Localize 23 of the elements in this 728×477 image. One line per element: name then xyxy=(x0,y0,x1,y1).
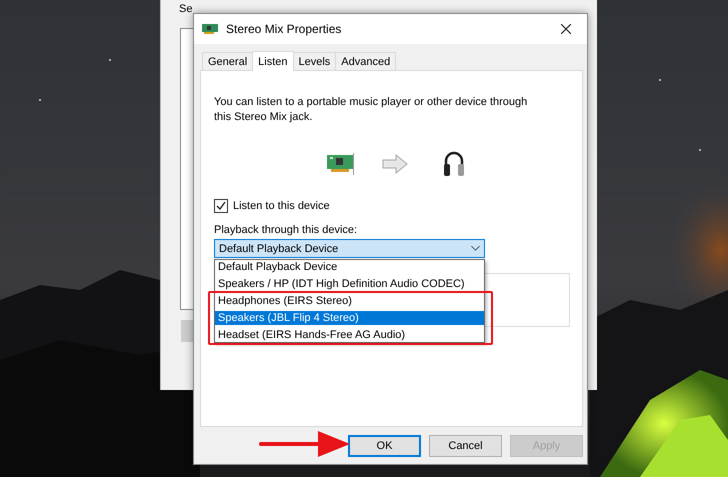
caret-icon xyxy=(471,246,480,251)
dialog-button[interactable]: OK xyxy=(348,435,421,457)
sound-card-icon xyxy=(202,24,218,34)
dropdown-option[interactable]: Default Playback Device xyxy=(215,260,484,274)
dropdown-option[interactable]: Speakers (JBL Flip 4 Stereo) xyxy=(215,311,484,325)
arrow-icon xyxy=(382,154,408,174)
sound-card-icon xyxy=(327,153,355,175)
checkbox-label: Listen to this device xyxy=(233,200,330,212)
description-text: You can listen to a portable music player or other device through this Stereo Mix jack. xyxy=(214,95,528,125)
dropdown-option[interactable]: Headphones (EIRS Stereo) xyxy=(215,294,484,308)
dropdown-option[interactable]: Speakers / HP (IDT High Definition Audio CODEC) xyxy=(215,277,484,291)
playback-dropdown[interactable]: Default Playback Device xyxy=(214,239,485,258)
window-title: Stereo Mix Properties xyxy=(226,22,342,36)
dropdown-option[interactable]: Headset (EIRS Hands-Free AG Audio) xyxy=(215,328,484,342)
field-label: Playback through this device: xyxy=(214,224,358,236)
tab[interactable]: Listen xyxy=(252,51,294,71)
close-icon[interactable] xyxy=(561,24,571,34)
dialog-button[interactable]: Cancel xyxy=(429,435,502,457)
listen-checkbox[interactable] xyxy=(214,199,228,213)
tab[interactable]: General xyxy=(202,52,254,70)
instruction-text: Se xyxy=(179,3,192,15)
tab[interactable]: Advanced xyxy=(335,52,396,70)
headphones-icon xyxy=(443,150,465,178)
